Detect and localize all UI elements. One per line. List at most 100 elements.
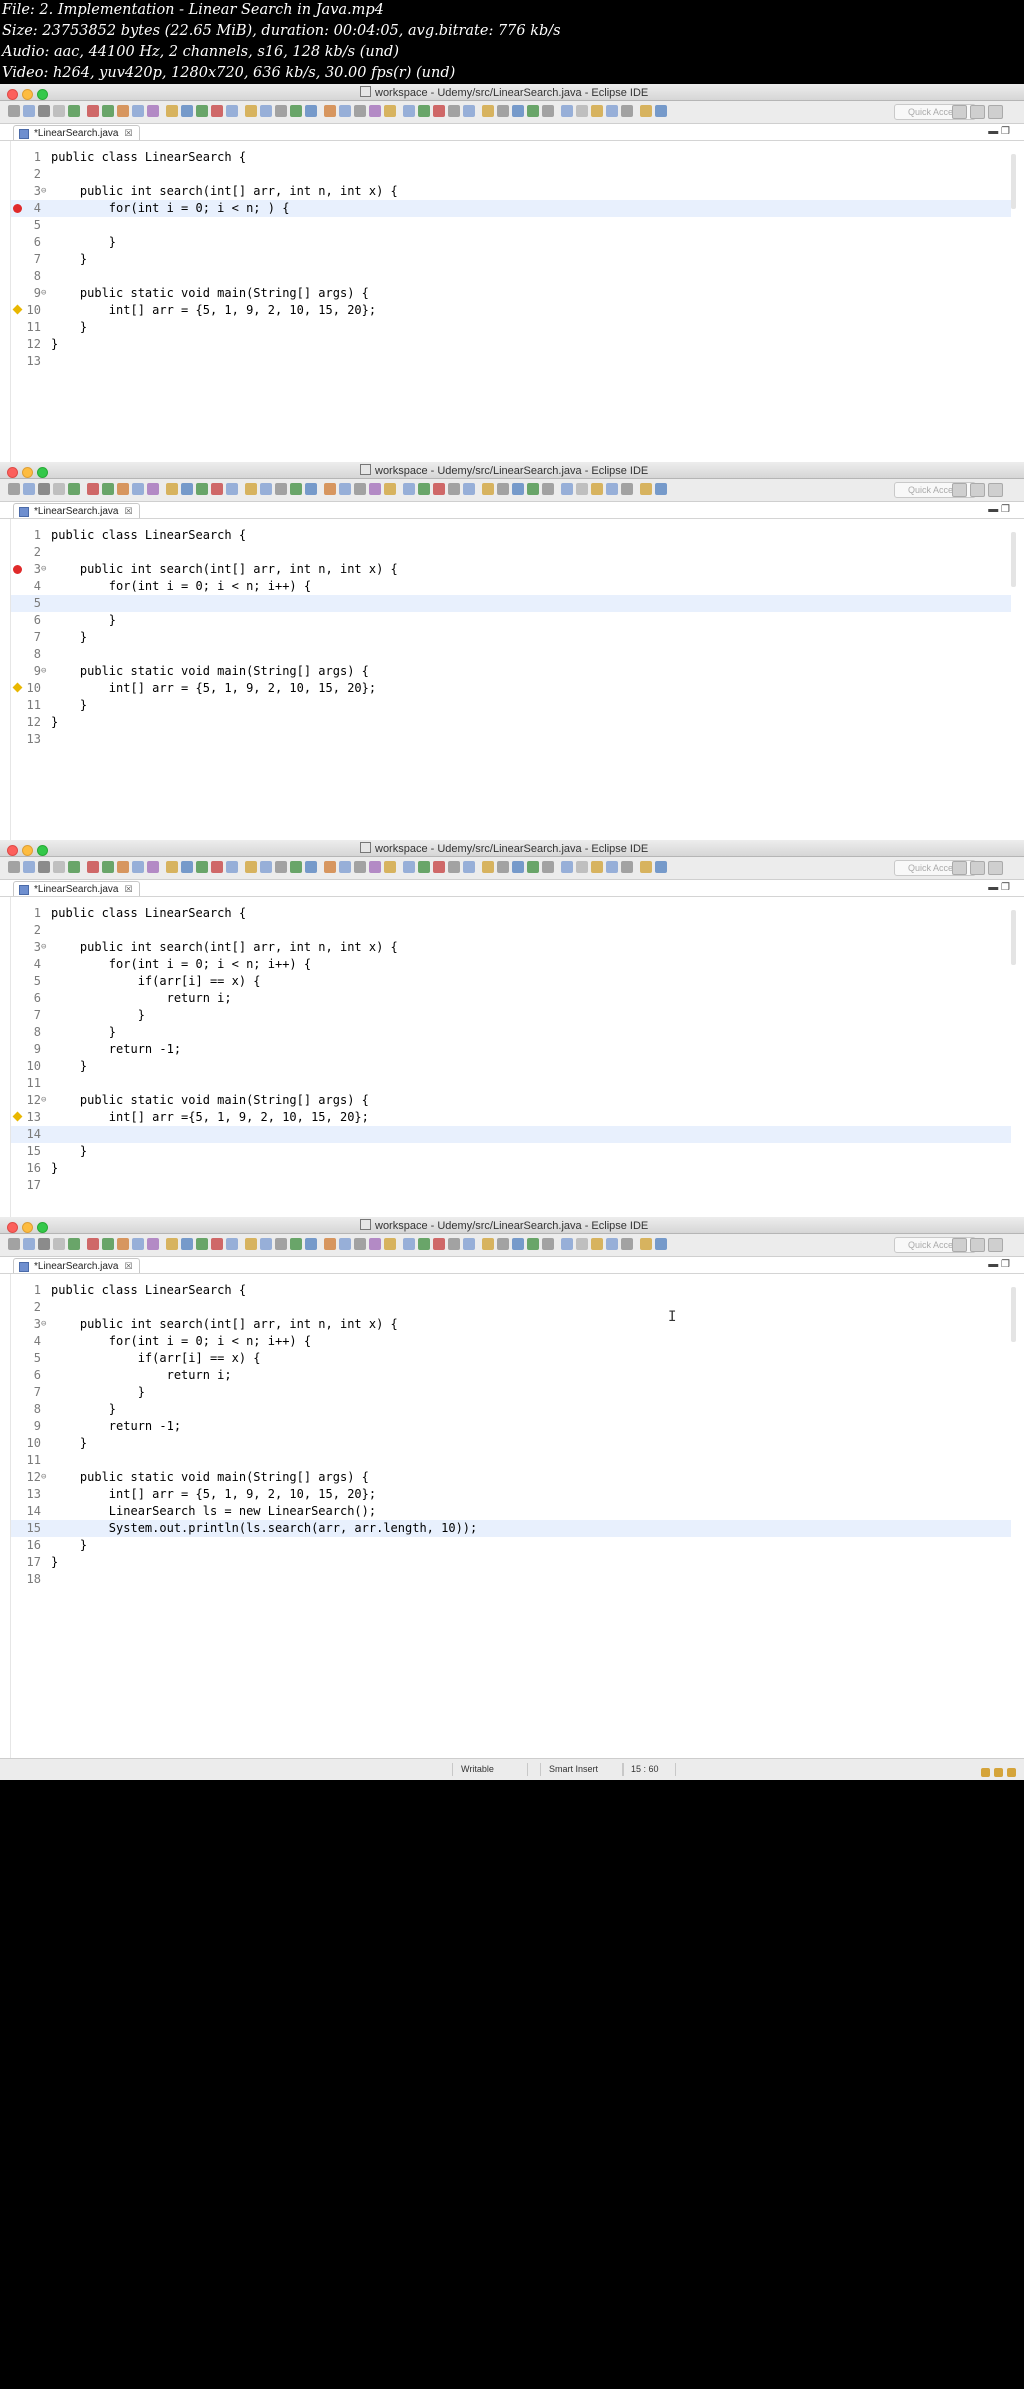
code-line[interactable]: 9 ⊖ public static void main(String[] args… — [11, 285, 1011, 302]
code-line[interactable]: 2 — [11, 1299, 1011, 1316]
toolbar-button-icon[interactable] — [542, 105, 554, 117]
toolbar-button-icon[interactable] — [576, 483, 588, 495]
code-line[interactable]: 4 for(int i = 0; i < n; i++) { — [11, 956, 1011, 973]
perspective-switch-icon[interactable] — [970, 483, 985, 497]
fold-toggle-icon[interactable]: ⊖ — [41, 285, 46, 302]
toolbar-button-icon[interactable] — [369, 105, 381, 117]
toolbar-button-icon[interactable] — [448, 483, 460, 495]
toolbar-button-icon[interactable] — [463, 483, 475, 495]
code-line[interactable]: 8 — [11, 646, 1011, 663]
toolbar-button-icon[interactable] — [275, 1238, 287, 1250]
toolbar-button-icon[interactable] — [418, 861, 430, 873]
code-line[interactable]: 2 — [11, 544, 1011, 561]
code-line[interactable]: 6 return i; — [11, 1367, 1011, 1384]
toolbar-button-icon[interactable] — [418, 483, 430, 495]
status-icon[interactable] — [994, 1768, 1003, 1777]
toolbar-button-icon[interactable] — [591, 105, 603, 117]
toolbar-button-icon[interactable] — [117, 861, 129, 873]
toolbar-button-icon[interactable] — [621, 105, 633, 117]
perspective-switch-icon[interactable] — [970, 861, 985, 875]
perspective-switch-icon[interactable] — [988, 861, 1003, 875]
code-line[interactable]: 10 } — [11, 1058, 1011, 1075]
toolbar-button-icon[interactable] — [181, 1238, 193, 1250]
toolbar-button-icon[interactable] — [8, 483, 20, 495]
toolbar-button-icon[interactable] — [87, 105, 99, 117]
perspective-switch-icon[interactable] — [952, 861, 967, 875]
editor-window-controls[interactable]: ▬ ❐ — [988, 882, 1010, 893]
editor-window-controls[interactable]: ▬ ❐ — [988, 504, 1010, 515]
editor-window-controls[interactable]: ▬ ❐ — [988, 1259, 1010, 1270]
code-line[interactable]: 11 } — [11, 697, 1011, 714]
code-line[interactable]: 8 } — [11, 1401, 1011, 1418]
toolbar-button-icon[interactable] — [260, 483, 272, 495]
toolbar-button-icon[interactable] — [324, 105, 336, 117]
fold-toggle-icon[interactable]: ⊖ — [41, 1092, 46, 1109]
toolbar-button-icon[interactable] — [448, 861, 460, 873]
toolbar-button-icon[interactable] — [290, 483, 302, 495]
toolbar-button-icon[interactable] — [497, 483, 509, 495]
toolbar-button-icon[interactable] — [102, 1238, 114, 1250]
code-line[interactable]: 1 public class LinearSearch { — [11, 149, 1011, 166]
toolbar-button-icon[interactable] — [53, 483, 65, 495]
code-line[interactable]: 17} — [11, 1554, 1011, 1571]
toolbar-button-icon[interactable] — [211, 861, 223, 873]
toolbar-button-icon[interactable] — [305, 105, 317, 117]
toolbar-button-icon[interactable] — [87, 1238, 99, 1250]
code-line[interactable]: 1 public class LinearSearch { — [11, 905, 1011, 922]
toolbar-button-icon[interactable] — [132, 861, 144, 873]
toolbar-button-icon[interactable] — [527, 483, 539, 495]
overview-ruler[interactable] — [1011, 154, 1016, 209]
fold-toggle-icon[interactable]: ⊖ — [41, 561, 46, 578]
toolbar-button-icon[interactable] — [38, 861, 50, 873]
code-line[interactable]: 7 } — [11, 1007, 1011, 1024]
toolbar-button-icon[interactable] — [482, 1238, 494, 1250]
toolbar-button-icon[interactable] — [290, 861, 302, 873]
code-line[interactable]: 7 } — [11, 1384, 1011, 1401]
toolbar-button-icon[interactable] — [497, 861, 509, 873]
toolbar-button-icon[interactable] — [497, 1238, 509, 1250]
toolbar-button-icon[interactable] — [606, 861, 618, 873]
toolbar-button-icon[interactable] — [576, 1238, 588, 1250]
code-line[interactable]: 1 public class LinearSearch { — [11, 527, 1011, 544]
toolbar-button-icon[interactable] — [211, 483, 223, 495]
toolbar-button-icon[interactable] — [68, 483, 80, 495]
perspective-switch-icon[interactable] — [988, 105, 1003, 119]
code-line[interactable]: 7 } — [11, 251, 1011, 268]
toolbar-button-icon[interactable] — [226, 1238, 238, 1250]
toolbar-button-icon[interactable] — [260, 861, 272, 873]
toolbar-button-icon[interactable] — [384, 861, 396, 873]
toolbar-button-icon[interactable] — [527, 1238, 539, 1250]
toolbar-button-icon[interactable] — [166, 483, 178, 495]
code-line[interactable]: 6 } — [11, 234, 1011, 251]
toolbar-button-icon[interactable] — [8, 1238, 20, 1250]
toolbar-button-icon[interactable] — [339, 1238, 351, 1250]
toolbar-button-icon[interactable] — [433, 1238, 445, 1250]
toolbar-button-icon[interactable] — [275, 861, 287, 873]
toolbar-button-icon[interactable] — [640, 1238, 652, 1250]
code-line[interactable]: 12} — [11, 336, 1011, 353]
toolbar-button-icon[interactable] — [132, 1238, 144, 1250]
tab-linearsearch-java[interactable]: *LinearSearch.java ☒ — [13, 1258, 140, 1273]
toolbar-button-icon[interactable] — [655, 483, 667, 495]
fold-toggle-icon[interactable]: ⊖ — [41, 663, 46, 680]
fold-toggle-icon[interactable]: ⊖ — [41, 1469, 46, 1486]
toolbar-button-icon[interactable] — [102, 105, 114, 117]
code-line[interactable]: 4 for(int i = 0; i < n; ) { — [11, 200, 1011, 217]
toolbar-button-icon[interactable] — [621, 861, 633, 873]
toolbar-button-icon[interactable] — [448, 105, 460, 117]
toolbar-button-icon[interactable] — [53, 1238, 65, 1250]
toolbar-button-icon[interactable] — [53, 105, 65, 117]
perspective-switch-icon[interactable] — [952, 1238, 967, 1252]
toolbar-button-icon[interactable] — [147, 861, 159, 873]
toolbar-button-icon[interactable] — [354, 483, 366, 495]
toolbar-button-icon[interactable] — [305, 1238, 317, 1250]
code-line[interactable]: 13 int[] arr ={5, 1, 9, 2, 10, 15, 20}; — [11, 1109, 1011, 1126]
toolbar-button-icon[interactable] — [87, 483, 99, 495]
code-line[interactable]: 13 int[] arr = {5, 1, 9, 2, 10, 15, 20}; — [11, 1486, 1011, 1503]
toolbar-button-icon[interactable] — [418, 1238, 430, 1250]
tab-linearsearch-java[interactable]: *LinearSearch.java ☒ — [13, 503, 140, 518]
code-line[interactable]: 9 return -1; — [11, 1041, 1011, 1058]
code-line[interactable]: 8 — [11, 268, 1011, 285]
code-line[interactable]: 15 System.out.println(ls.search(arr, arr… — [11, 1520, 1011, 1537]
close-tab-icon[interactable]: ☒ — [125, 128, 133, 138]
